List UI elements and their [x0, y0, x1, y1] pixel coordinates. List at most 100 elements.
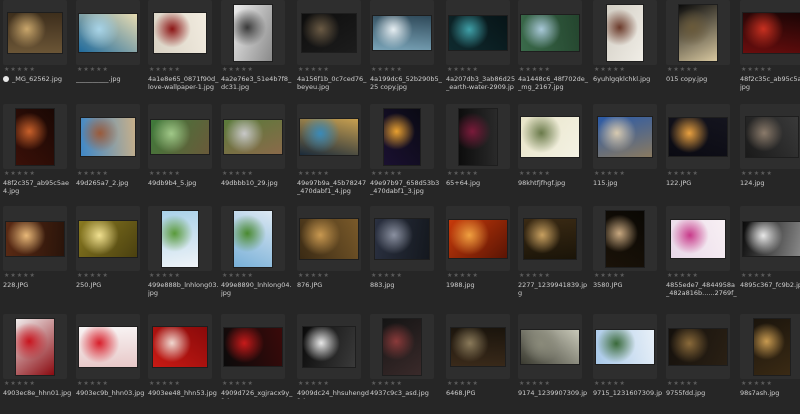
image-thumbnail[interactable] — [743, 222, 800, 256]
thumbnail-tile[interactable]: ★★★★★ 228.JPG — [3, 206, 73, 306]
rating-stars[interactable]: ★★★★★ — [222, 381, 254, 387]
thumbnail-tile[interactable]: ★★★★★ 115.jpg — [593, 104, 663, 204]
image-thumbnail[interactable] — [234, 211, 272, 267]
image-thumbnail[interactable] — [79, 327, 137, 367]
rating-stars[interactable]: ★★★★★ — [594, 171, 626, 177]
thumbnail-tile[interactable]: ★★★★★ 883.jpg — [370, 206, 440, 306]
thumbnail-tile[interactable]: ★★★★★ 9715_1231607309.jpg — [593, 314, 663, 414]
image-thumbnail[interactable] — [153, 327, 207, 367]
image-thumbnail[interactable] — [679, 5, 717, 61]
thumbnail-tile[interactable]: ★★★★★ 4a1448c6_48f702de__mg_2167.jpg — [518, 0, 588, 100]
rating-stars[interactable]: ★★★★★ — [149, 381, 181, 387]
thumbnail-tile[interactable]: ★★★★★ 2277_1239941839.jpg — [518, 206, 588, 306]
thumbnail-tile[interactable]: ★★★★★ 1988.jpg — [446, 206, 516, 306]
rating-stars[interactable]: ★★★★★ — [519, 67, 551, 73]
image-thumbnail[interactable] — [300, 219, 358, 259]
rating-stars[interactable]: ★★★★★ — [741, 381, 773, 387]
image-thumbnail[interactable] — [521, 330, 579, 364]
image-thumbnail[interactable] — [16, 109, 54, 165]
rating-stars[interactable]: ★★★★★ — [594, 67, 626, 73]
rating-stars[interactable]: ★★★★★ — [667, 171, 699, 177]
thumbnail-tile[interactable]: ★★★★★ 9755fdd.jpg — [666, 314, 736, 414]
thumbnail-tile[interactable]: ★★★★★ 49d265a7_2.jpg — [76, 104, 146, 204]
image-thumbnail[interactable] — [373, 16, 431, 50]
image-thumbnail[interactable] — [300, 119, 358, 155]
image-thumbnail[interactable] — [79, 14, 137, 52]
image-thumbnail[interactable] — [154, 13, 206, 53]
image-thumbnail[interactable] — [6, 222, 64, 256]
thumbnail-tile[interactable]: ★★★★★ 876.JPG — [297, 206, 367, 306]
rating-stars[interactable]: ★★★★★ — [222, 67, 254, 73]
image-thumbnail[interactable] — [151, 120, 209, 154]
thumbnail-tile[interactable]: ★★★★★ 4895c367_fc9b2.jpg — [740, 206, 800, 306]
rating-stars[interactable]: ★★★★★ — [371, 381, 403, 387]
rating-stars[interactable]: ★★★★★ — [222, 171, 254, 177]
image-thumbnail[interactable] — [375, 219, 429, 259]
rating-stars[interactable]: ★★★★★ — [447, 67, 479, 73]
thumbnail-tile[interactable]: ★★★★★ 4903ec8e_hhn01.jpg — [3, 314, 73, 414]
thumbnail-tile[interactable]: ★★★★★ 3580.JPG — [593, 206, 663, 306]
thumbnail-tile[interactable]: ★★★★★ 6468.JPG — [446, 314, 516, 414]
rating-stars[interactable]: ★★★★★ — [4, 381, 36, 387]
rating-stars[interactable]: ★★★★★ — [77, 171, 109, 177]
thumbnail-tile[interactable]: ★★★★★ 4a207db3_3ab86d25_earth-water-2909.… — [446, 0, 516, 100]
image-thumbnail[interactable] — [596, 330, 654, 364]
image-thumbnail[interactable] — [449, 220, 507, 258]
image-thumbnail[interactable] — [606, 211, 644, 267]
thumbnail-tile[interactable]: ★★★★★ 499e888b_lnhlong03.jpg — [148, 206, 219, 306]
thumbnail-tile[interactable]: ★★★★★ 49db9b4_5.jpg — [148, 104, 218, 204]
rating-stars[interactable]: ★★★★★ — [4, 273, 36, 279]
image-thumbnail[interactable] — [669, 118, 727, 156]
image-thumbnail[interactable] — [16, 319, 54, 375]
thumbnail-tile[interactable]: ★★★★★ 4a199dc6_52b290b5_25 copy.jpg — [370, 0, 442, 100]
image-thumbnail[interactable] — [224, 120, 282, 154]
rating-stars[interactable]: ★★★★★ — [519, 273, 551, 279]
image-thumbnail[interactable] — [743, 13, 800, 53]
image-thumbnail[interactable] — [383, 319, 421, 375]
rating-stars[interactable]: ★★★★★ — [594, 273, 626, 279]
rating-stars[interactable]: ★★★★★ — [447, 171, 479, 177]
image-thumbnail[interactable] — [598, 117, 652, 157]
rating-stars[interactable]: ★★★★★ — [77, 381, 109, 387]
image-thumbnail[interactable] — [79, 221, 137, 257]
rating-stars[interactable]: ★★★★★ — [298, 273, 330, 279]
rating-stars[interactable]: ★★★★★ — [594, 381, 626, 387]
rating-stars[interactable]: ★★★★★ — [741, 273, 773, 279]
rating-stars[interactable]: ★★★★★ — [371, 273, 403, 279]
rating-stars[interactable]: ★★★★★ — [298, 381, 330, 387]
rating-stars[interactable]: ★★★★★ — [298, 67, 330, 73]
image-thumbnail[interactable] — [459, 109, 497, 165]
rating-stars[interactable]: ★★★★★ — [149, 171, 181, 177]
thumbnail-tile[interactable]: ★★★★★ 9174_1239907309.jpg — [518, 314, 588, 414]
rating-stars[interactable]: ★★★★★ — [667, 273, 699, 279]
thumbnail-tile[interactable]: ★★★★★ 124.jpg — [740, 104, 800, 204]
rating-stars[interactable]: ★★★★★ — [4, 67, 36, 73]
rating-stars[interactable]: ★★★★★ — [149, 67, 181, 73]
thumbnail-tile[interactable]: ★★★★★ 4a156f1b_0c7ced76_beyeu.jpg — [297, 0, 367, 100]
thumbnail-tile[interactable]: ★★★★★ 499e8890_lnhlong04.jpg — [221, 206, 292, 306]
rating-stars[interactable]: ★★★★★ — [741, 171, 773, 177]
thumbnail-tile[interactable]: ★★★★★ 98khtfjfhgf.jpg — [518, 104, 588, 204]
thumbnail-tile[interactable]: ★★★★★ 4855ede7_4844958a_482a816b......276… — [666, 206, 737, 306]
image-thumbnail[interactable] — [384, 109, 420, 165]
rating-stars[interactable]: ★★★★★ — [77, 273, 109, 279]
thumbnail-tile[interactable]: ★★★★★ 015 copy.jpg — [666, 0, 736, 100]
rating-stars[interactable]: ★★★★★ — [741, 67, 773, 73]
thumbnail-tile[interactable]: ★★★★★ __________.jpg — [76, 0, 146, 100]
thumbnail-tile[interactable]: ★★★★★ 4903ec9b_hhn03.jpg — [76, 314, 146, 414]
thumbnail-tile[interactable]: ★★★★★ 4909dc24_hhsuhengd1.jpg — [297, 314, 369, 414]
image-thumbnail[interactable] — [234, 5, 272, 61]
thumbnail-tile[interactable]: ★★★★★ 98s7ash.jpg — [740, 314, 800, 414]
thumbnail-tile[interactable]: ★★★★★ 6yuhlgqklchkl.jpg — [593, 0, 663, 100]
thumbnail-tile[interactable]: ★★★★★ 250.JPG — [76, 206, 146, 306]
image-thumbnail[interactable] — [521, 15, 579, 51]
rating-stars[interactable]: ★★★★★ — [4, 171, 36, 177]
rating-stars[interactable]: ★★★★★ — [667, 67, 699, 73]
image-thumbnail[interactable] — [302, 14, 356, 52]
thumbnail-tile[interactable]: ★★★★★ 65+64.jpg — [446, 104, 516, 204]
thumbnail-tile[interactable]: ★★★★★ 4a2e76e3_51e4b7f8_dc31.jpg — [221, 0, 291, 100]
image-thumbnail[interactable] — [521, 117, 579, 157]
thumbnail-tile[interactable]: ★★★★★ _MG_62562.jpg — [3, 0, 73, 100]
thumbnail-tile[interactable]: ★★★★★ 4903ee48_hhn53.jpg — [148, 314, 218, 414]
thumbnail-tile[interactable]: ★★★★★ 4937c9c3_asd.jpg — [370, 314, 440, 414]
